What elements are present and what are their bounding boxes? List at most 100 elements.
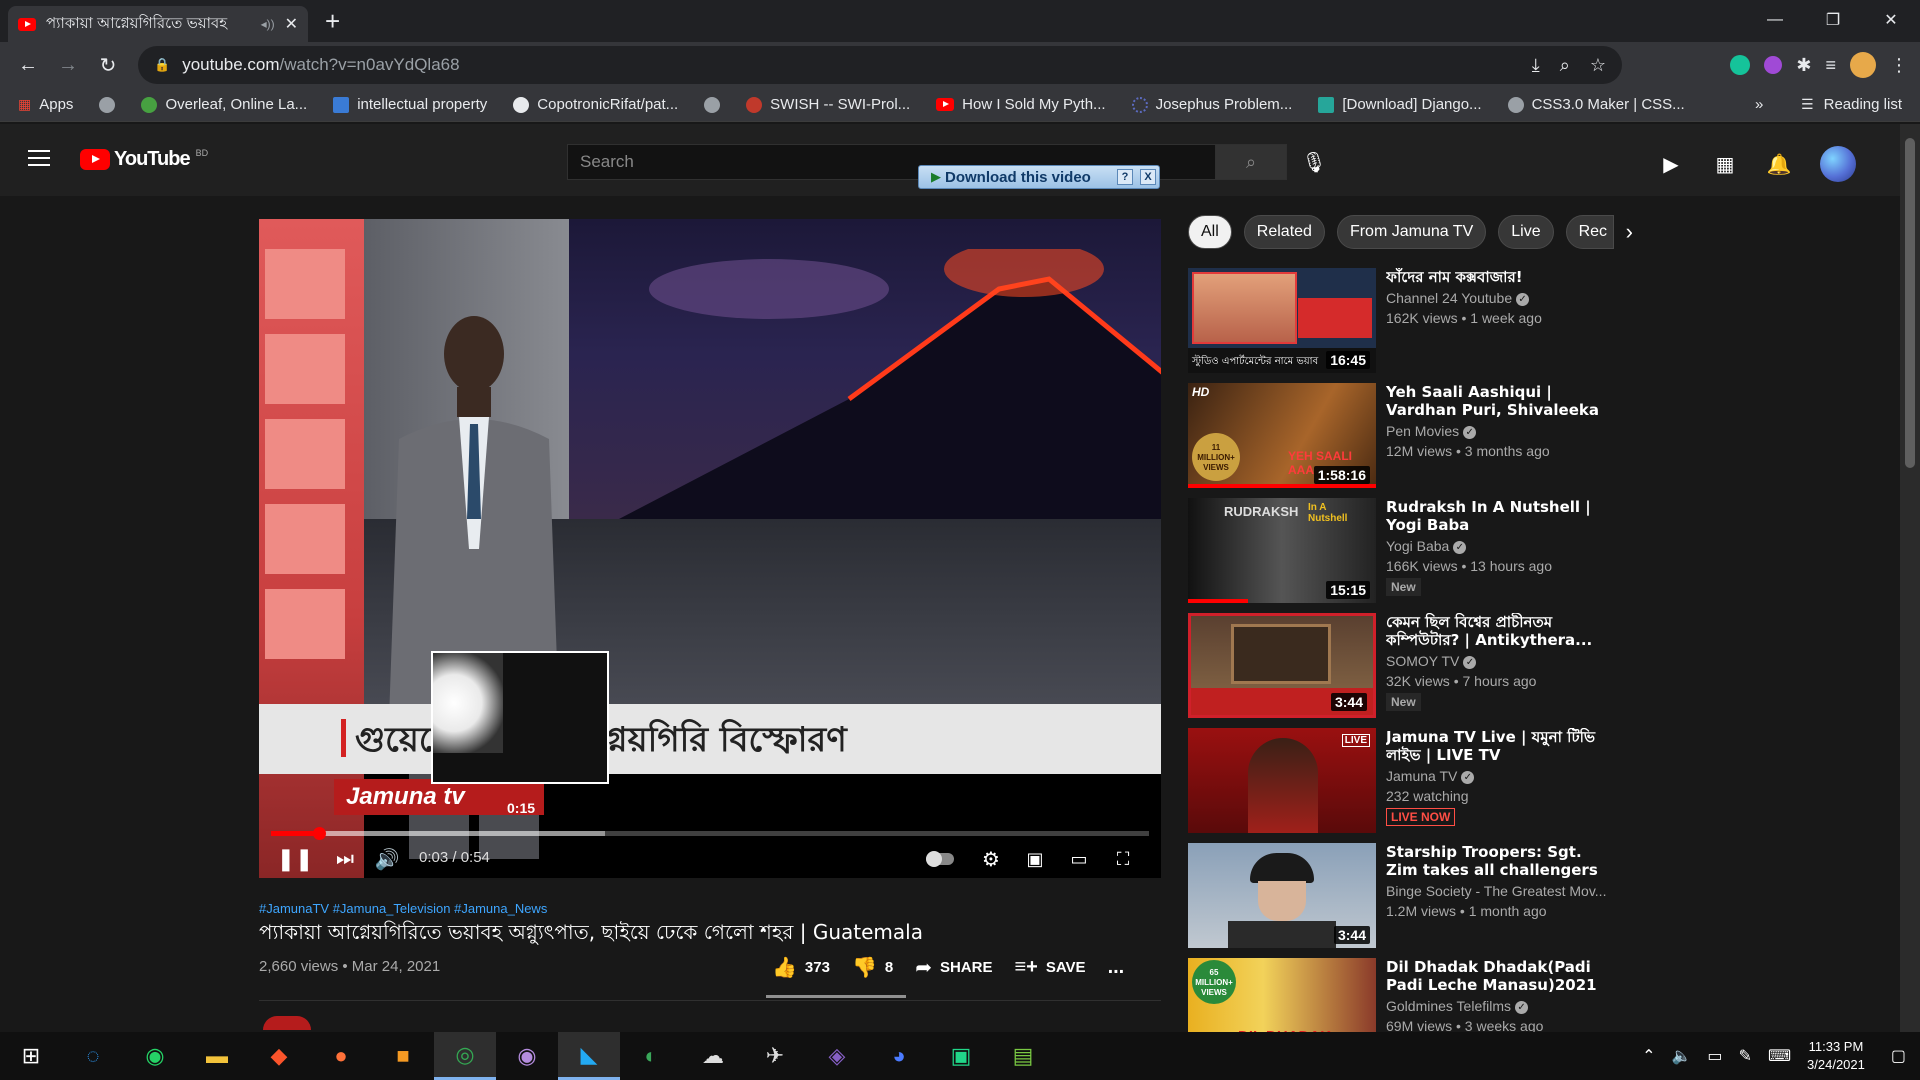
reload-icon[interactable]: ↻ [88,45,128,85]
apps-grid-icon[interactable]: ▦ [1712,151,1738,177]
related-channel[interactable]: Pen Movies ✓ [1386,423,1477,439]
related-title[interactable]: Yeh Saali Aashiqui | Vardhan Puri, Shiva… [1386,383,1614,419]
bookmark-github[interactable]: CopotronicRifat/pat... [513,96,678,113]
chip-all[interactable]: All [1188,215,1232,249]
minimize-icon[interactable]: — [1746,0,1804,40]
download-video-banner[interactable]: ▶ Download this video ? X [918,165,1160,189]
bookmarks-overflow-button[interactable]: » [1755,96,1763,113]
media-control-icon[interactable]: ≡ [1825,55,1836,76]
firefox-icon[interactable]: ● [310,1032,372,1080]
pause-icon[interactable]: ❚❚ [277,846,314,871]
video-thumbnail[interactable]: HD 11 MILLION+ VIEWS YEH SAALI AAA 1:58:… [1188,383,1376,488]
related-title[interactable]: কেমন ছিল বিশ্বের প্রাচীনতম কম্পিউটার? | … [1386,613,1614,649]
related-title[interactable]: Rudraksh In A Nutshell | Yogi Baba [1386,498,1614,534]
chip-recent[interactable]: Rec [1565,215,1614,249]
whatsapp-icon[interactable]: ◉ [124,1032,186,1080]
windows-start-icon[interactable]: ⊞ [0,1032,62,1080]
file-explorer-icon[interactable]: ▬ [186,1032,248,1080]
messenger-icon[interactable]: ◕ [868,1032,930,1080]
bookmark-css3[interactable]: CSS3.0 Maker | CSS... [1507,96,1685,113]
youtube-logo[interactable]: YouTube BD [80,148,208,171]
bookmark-swish[interactable]: SWISH -- SWI-Prol... [746,96,910,113]
tab-audio-icon[interactable]: ◂)) [261,17,275,31]
related-title[interactable]: Starship Troopers: Sgt. Zim takes all ch… [1386,843,1614,879]
bookmark-josephus[interactable]: Josephus Problem... [1131,96,1292,113]
forward-icon[interactable]: → [48,45,88,85]
scrollbar-thumb[interactable] [1905,138,1915,468]
miniplayer-icon[interactable]: ▣ [1021,847,1049,871]
install-icon[interactable]: ⤓ [1532,55,1540,76]
volume-icon[interactable]: 🔊 [375,847,400,871]
related-title[interactable]: Dil Dhadak Dhadak(Padi Padi Leche Manasu… [1386,958,1614,994]
pycharm-icon[interactable]: ▣ [930,1032,992,1080]
reading-list-button[interactable]: ☰ Reading list [1801,96,1902,113]
notifications-icon[interactable]: ▢ [1891,1046,1906,1066]
related-video-item[interactable]: RUDRAKSH In A Nutshell 15:15 Rudraksh In… [1188,498,1618,613]
bookmark-item[interactable] [99,96,116,113]
next-icon[interactable]: ⏭ [333,847,357,871]
notifications-bell-icon[interactable]: 🔔 [1766,151,1792,177]
related-channel[interactable]: Yogi Baba ✓ [1386,538,1467,554]
voice-search-mic-icon[interactable]: 🎙 [1301,146,1326,178]
bookmark-star-icon[interactable]: ☆ [1590,55,1606,76]
address-bar[interactable]: 🔒 youtube.com/watch?v=n0avYdQla68 ⤓ ⌕ ☆ [138,46,1622,84]
bookmark-django[interactable]: [Download] Django... [1318,96,1482,113]
satellite-icon[interactable]: ✈ [744,1032,806,1080]
chrome-icon[interactable]: ◎ [434,1032,496,1080]
video-thumbnail[interactable]: LIVE [1188,728,1376,833]
video-thumbnail[interactable]: RUDRAKSH In A Nutshell 15:15 [1188,498,1376,603]
dislike-button[interactable]: 👎 8 [852,955,893,980]
related-video-item[interactable]: 3:44 কেমন ছিল বিশ্বের প্রাচীনতম কম্পিউটা… [1188,613,1618,728]
system-clock[interactable]: 11:33 PM 3/24/2021 [1807,1038,1865,1074]
bookmark-overleaf[interactable]: Overleaf, Online La... [141,96,307,113]
spreadsheet-icon[interactable]: ▤ [992,1032,1054,1080]
channel-avatar[interactable] [263,1016,311,1030]
download-help-button[interactable]: ? [1117,169,1133,185]
progress-bar[interactable] [271,827,1149,840]
restore-icon[interactable]: ❐ [1804,0,1862,40]
video-player[interactable]: গুয়েতেমালায় আগ্নেয়গিরি বিস্ফোরণ Jamun… [259,219,1161,878]
menu-hamburger-icon[interactable] [28,150,50,166]
like-button[interactable]: 👍 373 [772,955,830,980]
more-actions-button[interactable]: ... [1108,956,1125,979]
back-icon[interactable]: ← [8,45,48,85]
zoom-icon[interactable]: ⌕ [1560,55,1570,76]
new-tab-button[interactable]: + [325,6,340,37]
chrome-menu-icon[interactable]: ⋮ [1890,55,1908,76]
keyboard-icon[interactable]: ⌨ [1768,1046,1791,1066]
app-globe-icon[interactable]: ◐ [620,1032,682,1080]
share-button[interactable]: ➦ SHARE [915,955,992,980]
download-close-button[interactable]: X [1140,169,1156,185]
related-channel[interactable]: Jamuna TV ✓ [1386,768,1475,784]
video-thumbnail[interactable]: স্টুডিও এপার্টমেন্টের নামে ভয়াব 16:45 [1188,268,1376,373]
window-close-icon[interactable]: ✕ [1862,0,1920,40]
tray-chevron-icon[interactable]: ⌃ [1642,1046,1655,1066]
related-channel[interactable]: SOMOY TV ✓ [1386,653,1477,669]
extension-circle-icon[interactable] [1764,56,1783,74]
chip-related[interactable]: Related [1243,215,1325,249]
bookmark-youtube[interactable]: How I Sold My Pyth... [936,96,1106,113]
video-hashtags[interactable]: #JamunaTV #Jamuna_Television #Jamuna_New… [259,901,547,916]
speaker-icon[interactable]: 🔈 [1671,1046,1691,1066]
related-video-item[interactable]: স্টুডিও এপার্টমেন্টের নামে ভয়াব 16:45 ফ… [1188,268,1618,383]
tab-close-icon[interactable]: ✕ [285,14,298,34]
cortana-icon[interactable]: ◌ [62,1032,124,1080]
chip-from-jamuna-tv[interactable]: From Jamuna TV [1336,215,1487,249]
create-video-icon[interactable]: ▶ [1658,151,1684,177]
page-scrollbar[interactable] [1900,124,1920,1032]
related-channel[interactable]: Channel 24 Youtube ✓ [1386,290,1530,306]
related-video-item[interactable]: 3:44 Starship Troopers: Sgt. Zim takes a… [1188,843,1618,958]
account-avatar[interactable] [1820,146,1856,182]
autoplay-toggle[interactable] [925,847,955,871]
bookmark-item[interactable] [704,96,721,113]
app-cloud-icon[interactable]: ☁ [682,1032,744,1080]
theater-mode-icon[interactable]: ▭ [1065,847,1093,871]
visual-studio-icon[interactable]: ◈ [806,1032,868,1080]
related-title[interactable]: Jamuna TV Live | যমুনা টিভি লাইভ | LIVE … [1386,728,1614,764]
related-channel[interactable]: Binge Society - The Greatest Mov... [1386,883,1606,899]
chevron-right-icon[interactable]: › [1626,219,1633,245]
brave-icon[interactable]: ◆ [248,1032,310,1080]
search-button[interactable]: ⌕ [1215,144,1287,180]
bookmark-apps[interactable]: ▦ Apps [18,96,73,113]
fullscreen-icon[interactable]: ⛶ [1109,847,1137,871]
